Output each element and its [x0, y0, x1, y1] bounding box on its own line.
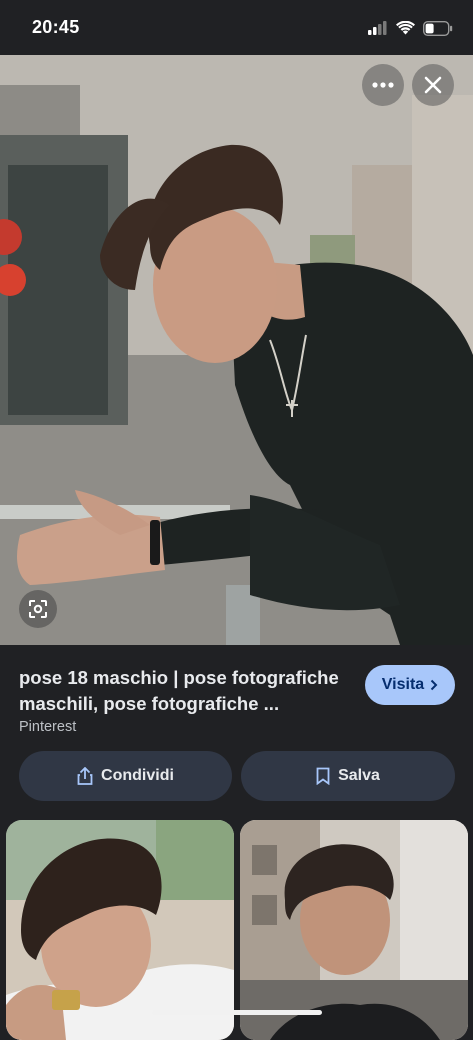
battery-icon [423, 20, 453, 36]
result-info: pose 18 maschio | pose fotografiche masc… [0, 645, 473, 745]
share-icon [77, 767, 93, 785]
more-horiz-icon [372, 82, 394, 88]
visit-button[interactable]: Visita [365, 665, 455, 705]
cellular-signal-icon [368, 21, 387, 35]
wifi-icon [396, 21, 415, 35]
more-options-button[interactable] [362, 64, 404, 106]
bookmark-icon [316, 767, 330, 785]
lens-search-button[interactable] [19, 590, 57, 628]
result-title[interactable]: pose 18 maschio | pose fotografiche masc… [19, 665, 359, 717]
result-source: Pinterest [19, 719, 77, 735]
status-time: 20:45 [32, 17, 80, 37]
save-button-label: Salva [338, 767, 380, 784]
home-indicator[interactable] [152, 1010, 322, 1015]
related-image-2-illustration [240, 820, 468, 1040]
save-button[interactable]: Salva [241, 751, 455, 801]
related-image-1-illustration [6, 820, 234, 1040]
related-image-2[interactable] [240, 820, 468, 1040]
status-bar: 20:45 [0, 0, 473, 55]
main-image-illustration [0, 55, 473, 645]
lens-search-icon [29, 600, 47, 618]
main-image[interactable] [0, 55, 473, 645]
share-button[interactable]: Condividi [19, 751, 232, 801]
close-button[interactable] [412, 64, 454, 106]
visit-button-label: Visita [381, 676, 425, 693]
status-icons [368, 18, 453, 38]
related-image-1[interactable] [6, 820, 234, 1040]
close-icon [424, 76, 442, 94]
share-button-label: Condividi [101, 767, 174, 784]
chevron-right-icon [430, 679, 438, 691]
